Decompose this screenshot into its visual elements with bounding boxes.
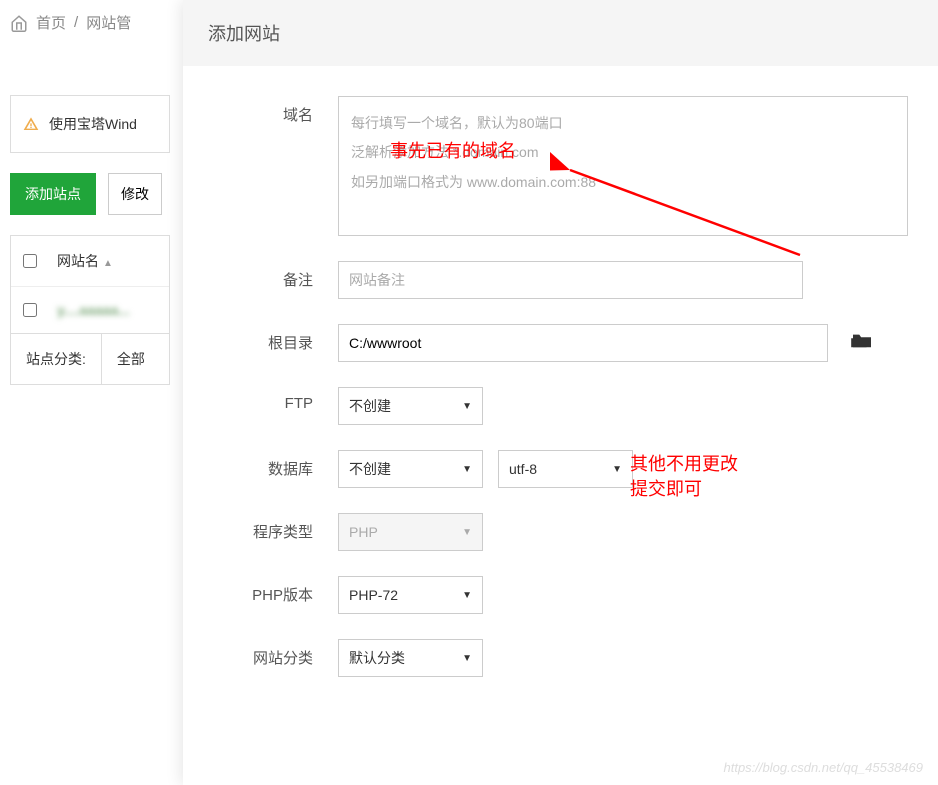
folder-browse-icon[interactable] bbox=[851, 331, 873, 355]
add-site-modal: 添加网站 域名 备注 根目录 FTP bbox=[183, 0, 938, 785]
chevron-down-icon: ▼ bbox=[612, 464, 622, 475]
chevron-down-icon: ▼ bbox=[462, 401, 472, 412]
select-all-checkbox[interactable] bbox=[23, 254, 37, 268]
program-type-select: PHP▼ bbox=[338, 513, 483, 551]
site-name-cell: y....aaaaa... bbox=[57, 302, 130, 318]
php-version-select[interactable]: PHP-72▼ bbox=[338, 576, 483, 614]
rootdir-input[interactable] bbox=[338, 324, 828, 362]
table-row[interactable]: y....aaaaa... bbox=[11, 287, 169, 333]
domain-input[interactable] bbox=[338, 96, 908, 236]
label-ftp: FTP bbox=[208, 387, 338, 412]
label-program-type: 程序类型 bbox=[208, 513, 338, 542]
chevron-down-icon: ▼ bbox=[462, 464, 472, 475]
sort-icon: ▲ bbox=[103, 258, 113, 269]
breadcrumb: 首页 / 网站管 bbox=[0, 0, 180, 45]
column-site-name[interactable]: 网站名▲ bbox=[57, 251, 113, 271]
label-database: 数据库 bbox=[208, 450, 338, 479]
label-php-version: PHP版本 bbox=[208, 576, 338, 605]
add-site-button[interactable]: 添加站点 bbox=[10, 173, 96, 215]
modify-button[interactable]: 修改 bbox=[108, 173, 162, 215]
filter-label: 站点分类: bbox=[11, 334, 102, 384]
warning-icon bbox=[23, 116, 39, 132]
chevron-down-icon: ▼ bbox=[462, 527, 472, 538]
label-domain: 域名 bbox=[208, 96, 338, 125]
warning-banner: 使用宝塔Wind bbox=[10, 95, 170, 153]
table-header: 网站名▲ bbox=[11, 236, 169, 287]
note-input[interactable] bbox=[338, 261, 803, 299]
encoding-select[interactable]: utf-8▼ bbox=[498, 450, 633, 488]
ftp-select[interactable]: 不创建▼ bbox=[338, 387, 483, 425]
label-note: 备注 bbox=[208, 261, 338, 290]
chevron-down-icon: ▼ bbox=[462, 653, 472, 664]
breadcrumb-home[interactable]: 首页 bbox=[36, 12, 66, 33]
sites-table: 网站名▲ y....aaaaa... bbox=[10, 235, 170, 334]
database-select[interactable]: 不创建▼ bbox=[338, 450, 483, 488]
home-icon bbox=[10, 14, 28, 32]
row-checkbox[interactable] bbox=[23, 303, 37, 317]
label-site-category: 网站分类 bbox=[208, 639, 338, 668]
label-rootdir: 根目录 bbox=[208, 324, 338, 353]
watermark: https://blog.csdn.net/qq_45538469 bbox=[724, 760, 924, 775]
warning-text: 使用宝塔Wind bbox=[49, 114, 137, 134]
chevron-down-icon: ▼ bbox=[462, 590, 472, 601]
site-category-select[interactable]: 默认分类▼ bbox=[338, 639, 483, 677]
modal-title: 添加网站 bbox=[183, 0, 938, 66]
filter-value[interactable]: 全部 bbox=[102, 334, 160, 384]
breadcrumb-current: 网站管 bbox=[86, 12, 131, 33]
